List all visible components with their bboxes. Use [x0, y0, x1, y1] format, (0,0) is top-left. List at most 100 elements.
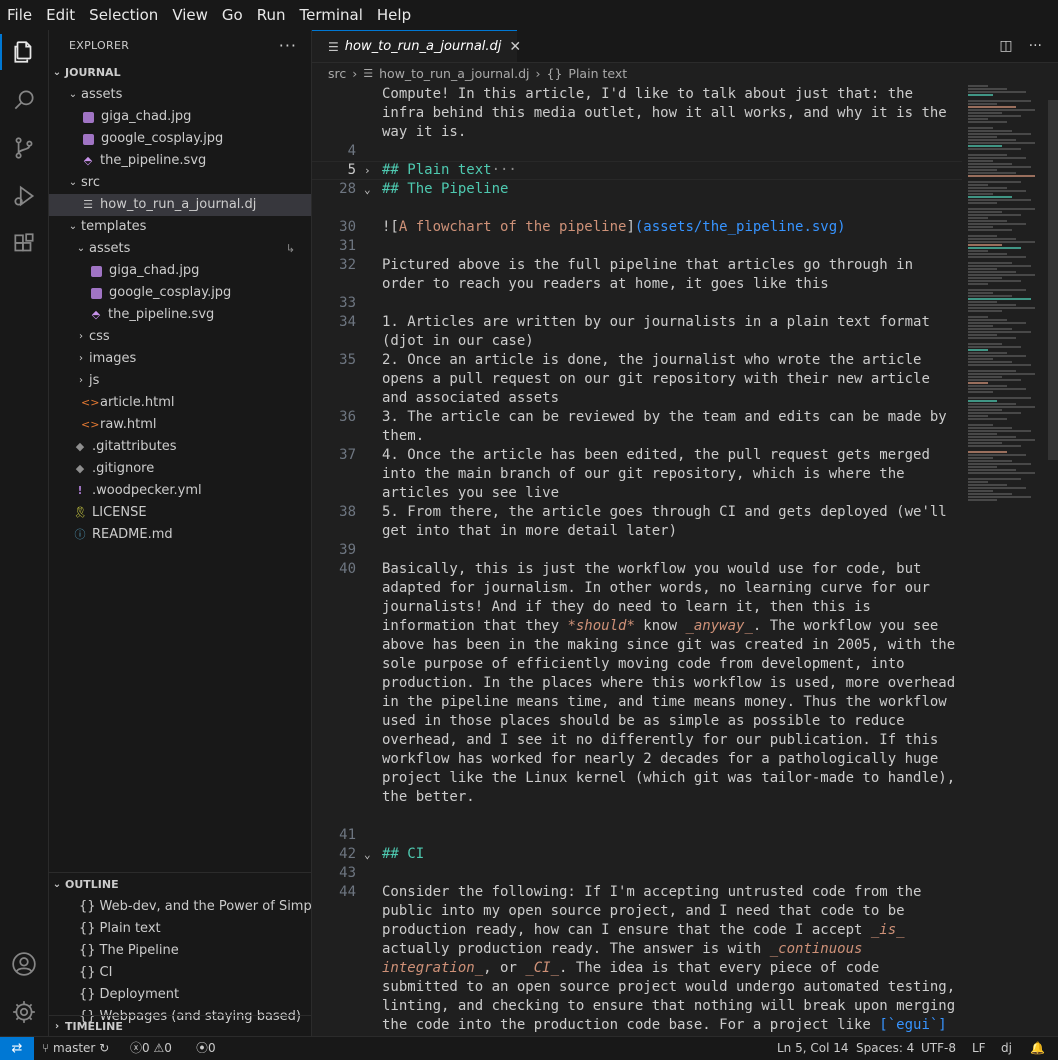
tree-file[interactable]: 🎗 LICENSE [49, 502, 311, 524]
outline-header[interactable]: ⌄ OUTLINE [49, 874, 311, 896]
split-editor-icon[interactable]: ◫ [999, 38, 1012, 54]
tree-item-label: .woodpecker.yml [92, 483, 202, 498]
fold-expanded-icon[interactable]: ⌄ [364, 180, 371, 199]
menu-edit[interactable]: Edit [39, 0, 82, 30]
breadcrumb-src[interactable]: src [328, 63, 346, 85]
close-tab-icon[interactable]: ✕ [509, 39, 521, 55]
minimap-line [968, 277, 1003, 279]
minimap-line [968, 304, 1017, 306]
code-line: 37 4. Once the article has been edited, t… [312, 446, 962, 465]
source-control-icon[interactable] [0, 126, 48, 170]
tree-file[interactable]: ◆ .gitattributes [49, 436, 311, 458]
minimap-line [968, 127, 993, 129]
menu-go[interactable]: Go [215, 0, 250, 30]
minimap-line [968, 493, 1012, 495]
outline-item[interactable]: {} Plain text [49, 918, 311, 940]
workspace-name: JOURNAL [65, 66, 121, 79]
ports-indicator[interactable]: ⦿0 [196, 1037, 216, 1060]
minimap-line [968, 130, 1012, 132]
tree-item-label: images [89, 351, 137, 366]
minimap-line [968, 319, 1007, 321]
tree-folder[interactable]: › css [49, 326, 311, 348]
vertical-scrollbar[interactable] [1048, 100, 1058, 460]
outline-item[interactable]: {} Deployment [49, 984, 311, 1006]
tree-file[interactable]: google_cosplay.jpg [49, 128, 311, 150]
editor-actions: ◫ ··· [999, 38, 1042, 54]
code-editor[interactable]: Compute! In this article, I'd like to ta… [312, 85, 962, 1036]
tree-file[interactable]: ◆ .gitignore [49, 458, 311, 480]
outline-item[interactable]: {} CI [49, 962, 311, 984]
extensions-icon[interactable] [0, 222, 48, 266]
remote-icon[interactable]: ⇄ [0, 1037, 34, 1060]
tree-file[interactable]: ⓘ README.md [49, 524, 311, 546]
notifications-icon[interactable]: 🔔 [1030, 1037, 1045, 1060]
language-mode[interactable]: dj [1001, 1037, 1012, 1060]
tree-folder[interactable]: ⌄ assets [49, 84, 311, 106]
fold-collapsed-icon[interactable]: › [364, 161, 371, 180]
tree-file[interactable]: giga_chad.jpg [49, 260, 311, 282]
tree-item-label: .gitignore [92, 461, 155, 476]
tree-folder[interactable]: ⌄ assets ↳ [49, 238, 311, 260]
tree-folder[interactable]: ⌄ templates [49, 216, 311, 238]
fold-expanded-icon[interactable]: ⌄ [364, 845, 371, 864]
files-icon[interactable] [0, 30, 48, 74]
menu-terminal[interactable]: Terminal [293, 0, 370, 30]
run-debug-icon[interactable] [0, 174, 48, 218]
end-of-line[interactable]: LF [972, 1037, 986, 1060]
problems-indicator[interactable]: ⓧ0 ⚠0 [130, 1037, 172, 1060]
menu-view[interactable]: View [165, 0, 215, 30]
branch-indicator[interactable]: ⑂ master ↻ [42, 1037, 109, 1060]
code-line: get into that in more detail later) [312, 522, 962, 541]
tree-file[interactable]: ⬘ the_pipeline.svg [49, 150, 311, 172]
minimap-line [968, 418, 1007, 420]
code-line: 4 [312, 142, 962, 161]
braces-icon: {} [79, 987, 96, 1002]
minimap-line [968, 469, 1017, 471]
token: way it is. [382, 124, 467, 140]
minimap-line [968, 487, 1026, 489]
cursor-position[interactable]: Ln 5, Col 14 [777, 1037, 849, 1060]
tree-item-label: giga_chad.jpg [109, 263, 200, 278]
tree-file[interactable]: ! .woodpecker.yml [49, 480, 311, 502]
search-icon[interactable] [0, 78, 48, 122]
line-number: 34 [339, 314, 356, 330]
tree-folder[interactable]: ⌄ src [49, 172, 311, 194]
chevron-right-icon: › [79, 331, 83, 342]
more-actions-icon[interactable]: ··· [279, 30, 297, 62]
line-text: ## CI [382, 845, 424, 864]
tree-file[interactable]: google_cosplay.jpg [49, 282, 311, 304]
more-actions-icon[interactable]: ··· [1029, 38, 1042, 54]
line-text: adapted for journalism. In other words, … [382, 579, 930, 598]
menu-help[interactable]: Help [370, 0, 418, 30]
yaml-file-icon: ! [77, 484, 83, 497]
tree-file[interactable]: <> raw.html [49, 414, 311, 436]
token: (assets/the_pipeline.svg) [634, 219, 846, 235]
minimap-line [968, 85, 988, 87]
minimap-line [968, 379, 1022, 381]
encoding[interactable]: UTF-8 [921, 1037, 956, 1060]
settings-gear-icon[interactable] [0, 990, 48, 1034]
minimap-line [968, 193, 993, 195]
breadcrumb-symbol[interactable]: Plain text [568, 63, 627, 85]
timeline-header[interactable]: › TIMELINE [49, 1016, 311, 1036]
outline-item[interactable]: {} Web-dev, and the Power of Simpli... [49, 896, 311, 918]
menu-selection[interactable]: Selection [82, 0, 165, 30]
account-icon[interactable] [0, 942, 48, 986]
workspace-header[interactable]: ⌄ JOURNAL [49, 62, 311, 84]
minimap-line [968, 433, 998, 435]
breadcrumb-file[interactable]: how_to_run_a_journal.dj [379, 63, 529, 85]
tab-how-to-run-a-journal[interactable]: ☰ how_to_run_a_journal.dj ✕ [312, 30, 521, 62]
outline-item[interactable]: {} The Pipeline [49, 940, 311, 962]
tree-file[interactable]: <> article.html [49, 392, 311, 414]
menu-file[interactable]: File [0, 0, 39, 30]
code-line: information that they *should* know _any… [312, 617, 962, 636]
tree-folder[interactable]: › js [49, 370, 311, 392]
tree-file[interactable]: ⬘ the_pipeline.svg [49, 304, 311, 326]
indentation[interactable]: Spaces: 4 [856, 1037, 914, 1060]
code-line: into the main branch of our git reposito… [312, 465, 962, 484]
tree-folder[interactable]: › images [49, 348, 311, 370]
menu-run[interactable]: Run [250, 0, 293, 30]
minimap[interactable] [966, 85, 1046, 525]
tree-file[interactable]: giga_chad.jpg [49, 106, 311, 128]
tree-file[interactable]: ☰ how_to_run_a_journal.dj [49, 194, 311, 216]
